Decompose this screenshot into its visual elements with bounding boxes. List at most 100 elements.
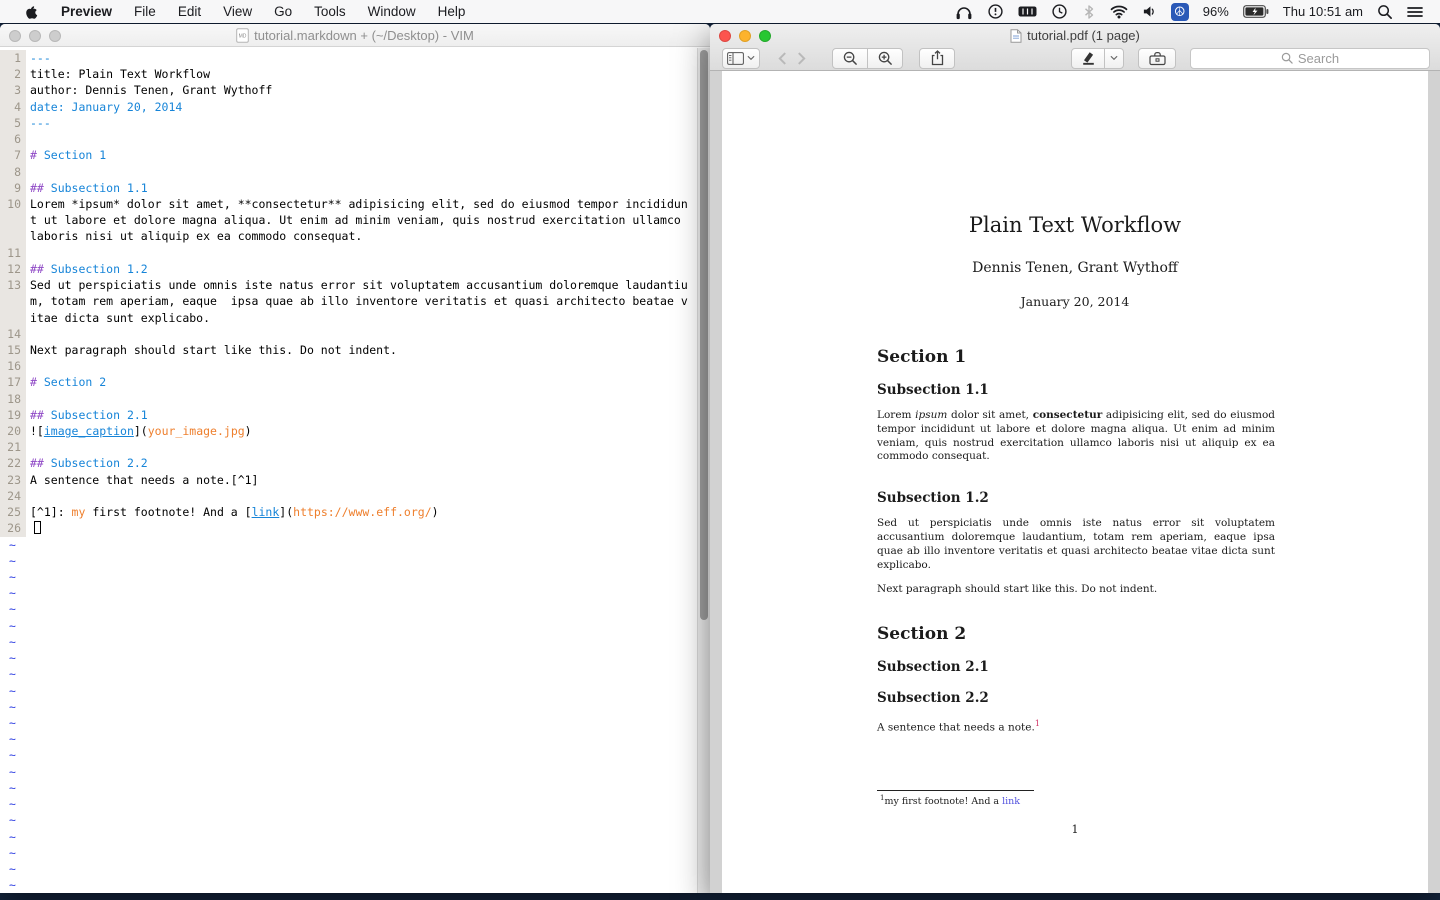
vim-titlebar[interactable]: MD tutorial.markdown + (~/Desktop) - VIM — [0, 24, 710, 47]
zoom-in-button[interactable] — [867, 48, 903, 69]
vim-token: laboris nisi ut aliquip ex ea commodo co… — [30, 229, 362, 243]
vim-line-text: title: Plain Text Workflow — [26, 66, 210, 82]
pdf-text-run: dolor sit amet, — [947, 409, 1032, 421]
vim-line[interactable]: 18 — [0, 391, 697, 407]
highlighter-button[interactable] — [1071, 48, 1105, 69]
vim-line[interactable]: 1--- — [0, 50, 697, 66]
vim-line[interactable]: t ut labore et dolore magna aliqua. Ut e… — [0, 212, 697, 228]
menu-item-go[interactable]: Go — [263, 0, 303, 23]
vim-tilde: ~ — [5, 845, 16, 861]
vim-token: https://www.eff.org/ — [293, 505, 431, 519]
volume-icon[interactable] — [1135, 0, 1164, 23]
vim-line-number: 1 — [0, 50, 26, 66]
menu-item-preview[interactable]: Preview — [50, 0, 123, 23]
vim-line[interactable]: 26 — [0, 520, 697, 536]
menu-clock[interactable]: Thu 10:51 am — [1276, 0, 1370, 23]
vim-line[interactable]: 22## Subsection 2.2 — [0, 455, 697, 471]
vim-token: ## — [30, 181, 51, 195]
vim-line[interactable]: 7# Section 1 — [0, 147, 697, 163]
zoom-button[interactable] — [759, 30, 771, 42]
back-icon[interactable] — [778, 52, 787, 65]
vim-line[interactable]: 6 — [0, 131, 697, 147]
battery-icon[interactable] — [1236, 0, 1276, 23]
menu-item-file[interactable]: File — [123, 0, 167, 23]
preview-header: tutorial.pdf (1 page) — [710, 24, 1440, 71]
headphones-icon[interactable] — [948, 0, 980, 23]
vim-tilde: ~ — [5, 877, 16, 893]
vim-buffer[interactable]: 1---2title: Plain Text Workflow3author: … — [0, 48, 697, 893]
vim-line[interactable]: 19## Subsection 2.1 — [0, 407, 697, 423]
vim-line[interactable]: m, totam rem aperiam, eaque ipsa quae ab… — [0, 293, 697, 309]
vim-line[interactable]: 21 — [0, 439, 697, 455]
close-button[interactable] — [719, 30, 731, 42]
vim-tilde: ~ — [5, 585, 16, 601]
indicator-grid-icon[interactable] — [1011, 0, 1044, 23]
vim-line[interactable]: 3author: Dennis Tenen, Grant Wythoff — [0, 82, 697, 98]
time-machine-icon[interactable] — [1044, 0, 1075, 23]
vim-token: first footnote! And a [ — [92, 505, 251, 519]
vim-scrollbar-thumb[interactable] — [700, 50, 708, 620]
menu-item-view[interactable]: View — [212, 0, 263, 23]
vim-line[interactable]: 20![image_caption](your_image.jpg) — [0, 423, 697, 439]
vim-line[interactable]: itae dicta sunt explicabo. — [0, 310, 697, 326]
vim-line[interactable]: laboris nisi ut aliquip ex ea commodo co… — [0, 228, 697, 244]
menu-item-window[interactable]: Window — [357, 0, 427, 23]
menu-item-tools[interactable]: Tools — [303, 0, 357, 23]
zoom-out-icon — [843, 51, 858, 66]
vim-token: t ut labore et dolore magna aliqua. Ut e… — [30, 213, 681, 227]
sidebar-toggle-button[interactable] — [722, 48, 760, 69]
vim-line[interactable]: 9## Subsection 1.1 — [0, 180, 697, 196]
vim-tilde: ~ — [5, 634, 16, 650]
pdf-authors: Dennis Tenen, Grant Wythoff — [722, 260, 1428, 276]
zoom-out-button[interactable] — [832, 48, 868, 69]
markup-toolbox-button[interactable] — [1138, 48, 1176, 69]
vim-line[interactable]: 4date: January 20, 2014 — [0, 99, 697, 115]
preview-titlebar[interactable]: tutorial.pdf (1 page) — [710, 24, 1440, 47]
vim-tilde: ~ — [5, 699, 16, 715]
vim-line[interactable]: 2title: Plain Text Workflow — [0, 66, 697, 82]
vim-tilde-line: ~ — [0, 699, 697, 715]
page-navigation — [774, 52, 810, 65]
vim-token: Subsection 2.1 — [51, 408, 148, 422]
vim-line-number: 24 — [0, 488, 26, 504]
bluetooth-icon[interactable] — [1075, 0, 1103, 23]
vim-line[interactable]: 8 — [0, 164, 697, 180]
vim-line-text: ## Subsection 1.2 — [26, 261, 148, 277]
vim-token: Subsection 2.2 — [51, 456, 148, 470]
share-button[interactable] — [919, 48, 955, 69]
notification-center-icon[interactable] — [1400, 0, 1430, 23]
footnote-reference[interactable]: 1 — [1035, 719, 1040, 728]
exclamation-circle-icon[interactable] — [980, 0, 1011, 23]
wifi-icon[interactable] — [1103, 0, 1135, 23]
vim-line[interactable]: 11 — [0, 245, 697, 261]
spotlight-search-icon[interactable] — [1370, 0, 1400, 23]
zoom-button[interactable] — [49, 30, 61, 42]
vim-line[interactable]: 13Sed ut perspiciatis unde omnis iste na… — [0, 277, 697, 293]
vim-line[interactable]: 23A sentence that needs a note.[^1] — [0, 472, 697, 488]
vim-line-text: author: Dennis Tenen, Grant Wythoff — [26, 82, 272, 98]
vim-line-number: 9 — [0, 180, 26, 196]
forward-icon[interactable] — [797, 52, 806, 65]
vim-tilde-line: ~ — [0, 829, 697, 845]
vim-line[interactable]: 16 — [0, 358, 697, 374]
vim-line[interactable]: 15Next paragraph should start like this.… — [0, 342, 697, 358]
vim-line[interactable]: 24 — [0, 488, 697, 504]
vim-line[interactable]: 17# Section 2 — [0, 374, 697, 390]
menu-item-edit[interactable]: Edit — [167, 0, 212, 23]
peace-app-icon[interactable]: ☮ — [1164, 0, 1196, 23]
apple-menu[interactable] — [12, 0, 50, 23]
vim-scrollbar[interactable] — [697, 48, 710, 893]
vim-line[interactable]: 12## Subsection 1.2 — [0, 261, 697, 277]
vim-line[interactable]: 10Lorem *ipsum* dolor sit amet, **consec… — [0, 196, 697, 212]
vim-line[interactable]: 5--- — [0, 115, 697, 131]
minimize-button[interactable] — [739, 30, 751, 42]
footnote-link[interactable]: link — [1002, 796, 1020, 807]
vim-token: ![ — [30, 424, 44, 438]
menu-item-help[interactable]: Help — [427, 0, 477, 23]
close-button[interactable] — [9, 30, 21, 42]
minimize-button[interactable] — [29, 30, 41, 42]
vim-line[interactable]: 25[^1]: my first footnote! And a [link](… — [0, 504, 697, 520]
vim-line[interactable]: 14 — [0, 326, 697, 342]
highlighter-dropdown-button[interactable] — [1104, 48, 1124, 69]
search-input[interactable]: Search — [1190, 48, 1430, 69]
